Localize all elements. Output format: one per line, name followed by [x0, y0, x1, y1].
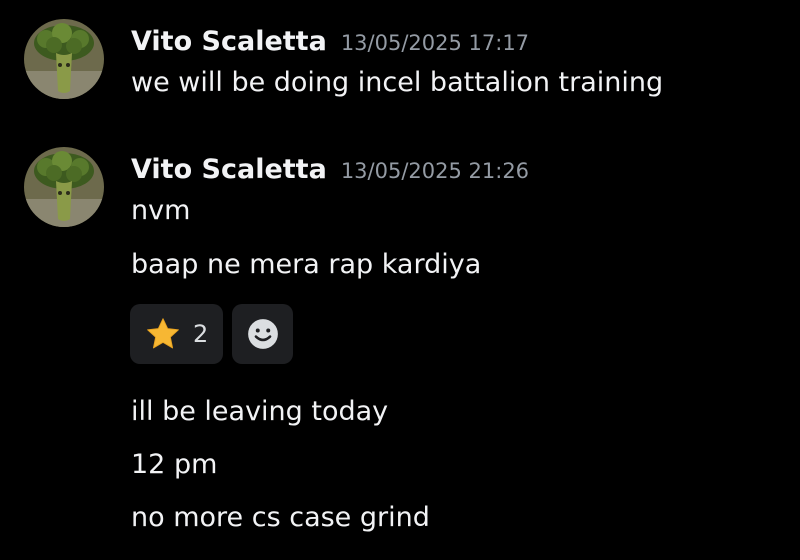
author-line: Vito Scaletta 13/05/2025 21:26	[131, 154, 529, 185]
avatar[interactable]	[24, 147, 104, 227]
message-text: 12 pm	[131, 449, 218, 480]
avatar[interactable]	[24, 19, 104, 99]
author-name[interactable]: Vito Scaletta	[131, 154, 327, 185]
author-line: Vito Scaletta 13/05/2025 17:17	[131, 26, 529, 57]
message-text: ill be leaving today	[131, 396, 389, 427]
star-icon	[147, 318, 179, 349]
star-reaction-button[interactable]: 2	[130, 304, 223, 364]
timestamp[interactable]: 13/05/2025 21:26	[341, 159, 529, 183]
reaction-count: 2	[193, 320, 209, 348]
author-name[interactable]: Vito Scaletta	[131, 26, 327, 57]
message-text: baap ne mera rap kardiya	[131, 249, 482, 280]
add-reaction-button[interactable]	[232, 304, 293, 364]
message-text: nvm	[131, 195, 191, 226]
message-text: we will be doing incel battalion trainin…	[131, 67, 664, 98]
smiley-add-icon	[247, 319, 278, 349]
message-text: no more cs case grind	[131, 502, 430, 533]
timestamp[interactable]: 13/05/2025 17:17	[341, 31, 529, 55]
